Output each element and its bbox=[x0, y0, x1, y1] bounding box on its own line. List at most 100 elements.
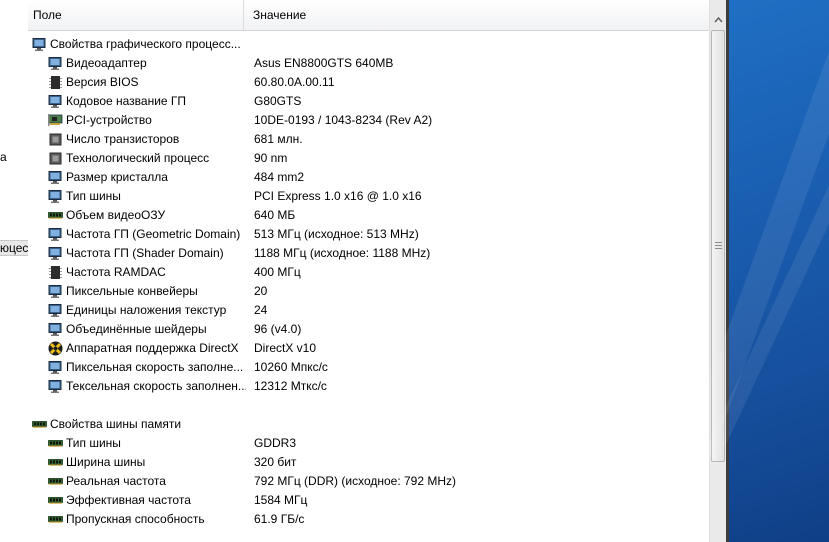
field-name: Пиксельная скорость заполне... bbox=[66, 360, 244, 374]
field-name: Аппаратная поддержка DirectX bbox=[66, 341, 239, 355]
field-value: 90 nm bbox=[254, 151, 288, 165]
column-header-field[interactable]: Поле bbox=[33, 0, 244, 30]
table-row[interactable]: Объем видеоОЗУ 640 МБ bbox=[28, 206, 709, 225]
table-row[interactable]: Пиксельные конвейеры 20 bbox=[28, 282, 709, 301]
field-value: 61.9 ГБ/с bbox=[254, 512, 305, 526]
directx-icon bbox=[48, 341, 63, 356]
field-name: Эффективная частота bbox=[66, 493, 191, 507]
table-row[interactable]: Частота RAMDAC 400 МГц bbox=[28, 263, 709, 282]
field-name: Частота ГП (Shader Domain) bbox=[66, 246, 224, 260]
field-value: GDDR3 bbox=[254, 436, 297, 450]
table-row[interactable]: Версия BIOS 60.80.0A.00.11 bbox=[28, 73, 709, 92]
field-value: 96 (v4.0) bbox=[254, 322, 302, 336]
field-value: 12312 Мткс/с bbox=[254, 379, 327, 393]
monitor-icon bbox=[48, 170, 63, 185]
memory-icon bbox=[48, 208, 63, 223]
table-row[interactable]: Объединённые шейдеры 96 (v4.0) bbox=[28, 320, 709, 339]
field-name: Пропускная способность bbox=[66, 512, 205, 526]
scroll-up-arrow-icon[interactable] bbox=[710, 12, 727, 28]
field-name: Реальная частота bbox=[66, 474, 166, 488]
field-value: 10260 Мпкс/с bbox=[254, 360, 328, 374]
table-row[interactable]: Технологический процесс 90 nm bbox=[28, 149, 709, 168]
monitor-icon bbox=[48, 94, 63, 109]
table-row[interactable]: Частота ГП (Geometric Domain) 513 МГц (ис… bbox=[28, 225, 709, 244]
chip-icon bbox=[48, 265, 63, 280]
field-name: Число транзисторов bbox=[66, 132, 180, 146]
field-name: Технологический процесс bbox=[66, 151, 210, 165]
cpu-icon bbox=[48, 132, 63, 147]
field-name: Тип шины bbox=[66, 189, 121, 203]
monitor-icon bbox=[32, 37, 47, 52]
table-row[interactable]: Размер кристалла 484 mm2 bbox=[28, 168, 709, 187]
monitor-icon bbox=[48, 284, 63, 299]
monitor-icon bbox=[48, 303, 63, 318]
table-row[interactable]: Тип шины PCI Express 1.0 x16 @ 1.0 x16 bbox=[28, 187, 709, 206]
field-value: 681 млн. bbox=[254, 132, 303, 146]
left-panel-selected-fragment[interactable]: юцесс bbox=[0, 240, 28, 256]
table-row[interactable]: Аппаратная поддержка DirectX DirectX v10 bbox=[28, 339, 709, 358]
table-row[interactable]: Число транзисторов 681 млн. bbox=[28, 130, 709, 149]
field-value: 792 МГц (DDR) (исходное: 792 MHz) bbox=[254, 474, 457, 488]
field-name: PCI-устройство bbox=[66, 113, 152, 127]
column-header-value[interactable]: Значение bbox=[253, 0, 693, 30]
monitor-icon bbox=[48, 246, 63, 261]
field-value: DirectX v10 bbox=[254, 341, 317, 355]
field-value: G80GTS bbox=[254, 94, 302, 108]
field-value: 20 bbox=[254, 284, 268, 298]
grip-icon bbox=[715, 242, 722, 249]
field-name: Объем видеоОЗУ bbox=[66, 208, 166, 222]
monitor-icon bbox=[48, 56, 63, 71]
group-header[interactable]: Свойства графического процесс... bbox=[28, 35, 709, 54]
memory-icon bbox=[48, 455, 63, 470]
field-value: 24 bbox=[254, 303, 268, 317]
memory-icon bbox=[48, 436, 63, 451]
group-title: Свойства шины памяти bbox=[50, 417, 182, 431]
field-name: Частота ГП (Geometric Domain) bbox=[66, 227, 241, 241]
field-value: 1188 МГц (исходное: 1188 MHz) bbox=[254, 246, 431, 260]
chip-icon bbox=[48, 75, 63, 90]
field-name: Частота RAMDAC bbox=[66, 265, 166, 279]
left-panel-fragment: а bbox=[0, 150, 7, 164]
table-row[interactable]: Видеоадаптер Asus EN8800GTS 640MB bbox=[28, 54, 709, 73]
monitor-icon bbox=[48, 360, 63, 375]
memory-icon bbox=[48, 493, 63, 508]
field-value: Asus EN8800GTS 640MB bbox=[254, 56, 394, 70]
field-value: 10DE-0193 / 1043-8234 (Rev A2) bbox=[254, 113, 433, 127]
left-tree-panel: а юцесс bbox=[0, 0, 29, 542]
field-name: Версия BIOS bbox=[66, 75, 139, 89]
table-row[interactable]: Тип шины GDDR3 bbox=[28, 434, 709, 453]
monitor-icon bbox=[48, 322, 63, 337]
memory-icon bbox=[48, 512, 63, 527]
field-name: Размер кристалла bbox=[66, 170, 168, 184]
monitor-icon bbox=[48, 189, 63, 204]
field-name: Объединённые шейдеры bbox=[66, 322, 207, 336]
field-value: 320 бит bbox=[254, 455, 297, 469]
table-row[interactable]: Пропускная способность 61.9 ГБ/с bbox=[28, 510, 709, 529]
field-value: 484 mm2 bbox=[254, 170, 305, 184]
table-row[interactable]: Ширина шины 320 бит bbox=[28, 453, 709, 472]
memory-icon bbox=[48, 474, 63, 489]
table-row[interactable]: Эффективная частота 1584 МГц bbox=[28, 491, 709, 510]
table-row[interactable]: Кодовое название ГП G80GTS bbox=[28, 92, 709, 111]
field-name: Кодовое название ГП bbox=[66, 94, 187, 108]
table-row[interactable]: Частота ГП (Shader Domain) 1188 МГц (исхо… bbox=[28, 244, 709, 263]
field-name: Единицы наложения текстур bbox=[66, 303, 227, 317]
table-row[interactable]: Реальная частота 792 МГц (DDR) (исходное:… bbox=[28, 472, 709, 491]
table-row[interactable]: Тексельная скорость заполнен... 12312 Мтк… bbox=[28, 377, 709, 396]
field-value: 60.80.0A.00.11 bbox=[254, 75, 335, 89]
table-row[interactable]: Пиксельная скорость заполне... 10260 Мпкс… bbox=[28, 358, 709, 377]
field-name: Ширина шины bbox=[66, 455, 146, 469]
desktop-background bbox=[650, 0, 829, 542]
field-value: 513 МГц (исходное: 513 MHz) bbox=[254, 227, 419, 241]
pci-card-icon bbox=[48, 113, 63, 128]
monitor-icon bbox=[48, 379, 63, 394]
field-value: PCI Express 1.0 x16 @ 1.0 x16 bbox=[254, 189, 422, 203]
device-properties-list[interactable]: Поле Значение Свойства графического проц… bbox=[28, 0, 709, 542]
field-name: Пиксельные конвейеры bbox=[66, 284, 198, 298]
field-name: Видеоадаптер bbox=[66, 56, 147, 70]
cpu-icon bbox=[48, 151, 63, 166]
field-value: 640 МБ bbox=[254, 208, 296, 222]
table-row[interactable]: PCI-устройство 10DE-0193 / 1043-8234 (Rev… bbox=[28, 111, 709, 130]
table-row[interactable]: Единицы наложения текстур 24 bbox=[28, 301, 709, 320]
group-header[interactable]: Свойства шины памяти bbox=[28, 415, 709, 434]
